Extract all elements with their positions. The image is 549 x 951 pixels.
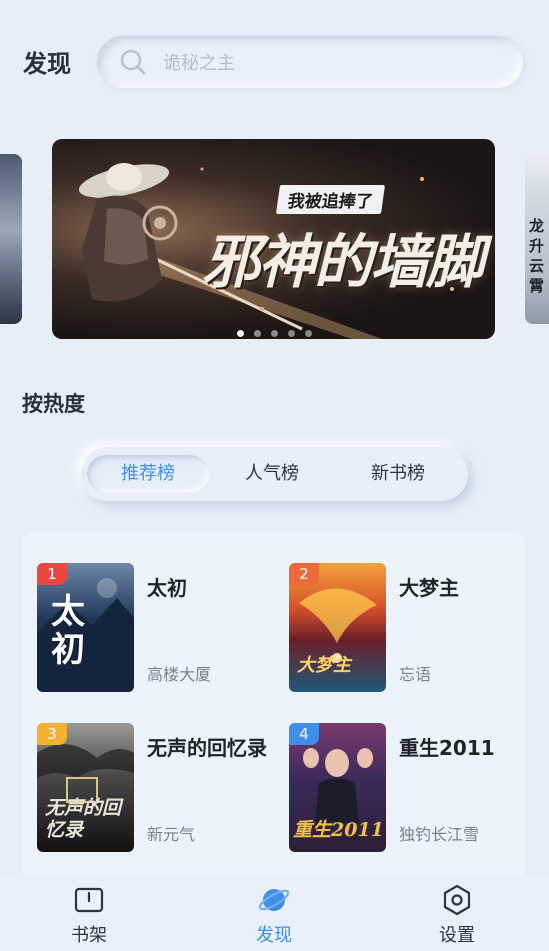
book-author: 新元气 (147, 825, 196, 844)
nav-label: 书架 (71, 925, 107, 946)
carousel-indicator (237, 322, 322, 339)
bottom-navigation: 书架 发现 设置 (0, 875, 549, 951)
book-author: 忘语 (399, 665, 432, 684)
search-input[interactable] (161, 46, 495, 80)
book-ranking-list: 太初 1 太初 高楼大厦 大梦主 2 大梦主 忘语 无声的回忆录 3 无声的回忆… (22, 532, 525, 892)
book-title: 无声的回忆录 (147, 736, 267, 760)
page-title: 发现 (23, 50, 71, 78)
book-icon (74, 887, 104, 913)
book-title: 大梦主 (399, 576, 459, 600)
nav-label: 设置 (439, 925, 475, 946)
book-cover[interactable]: 重生2011 4 (289, 723, 386, 852)
nav-settings[interactable]: 设置 (407, 883, 507, 947)
search-icon (120, 49, 146, 75)
nav-discover[interactable]: 发现 (224, 883, 324, 947)
banner-prev-card[interactable] (0, 154, 22, 324)
banner-next-title: 龙升云霄 (529, 217, 545, 295)
book-card[interactable]: 太初 1 太初 高楼大厦 (37, 563, 277, 693)
book-cover[interactable]: 无声的回忆录 3 (37, 723, 134, 852)
cover-title: 无声的回忆录 (45, 797, 122, 841)
rank-badge: 3 (37, 723, 67, 745)
rank-badge: 4 (289, 723, 319, 745)
banner-title: 邪神的墙脚 (202, 228, 484, 296)
hexagon-settings-icon (443, 884, 471, 916)
tab-new-books[interactable]: 新书榜 (337, 455, 459, 493)
tab-popular[interactable]: 人气榜 (211, 455, 333, 493)
book-title: 重生2011 (399, 736, 495, 760)
book-card[interactable]: 无声的回忆录 3 无声的回忆录 新元气 (37, 723, 277, 853)
banner-next-card[interactable]: 龙升云霄 (525, 154, 549, 324)
banner-carousel[interactable]: 我被追捧了 邪神的墙脚 龙升云霄 (0, 138, 549, 340)
nav-bookshelf[interactable]: 书架 (39, 883, 139, 947)
cover-title: 大梦主 (297, 655, 351, 676)
rank-badge: 1 (37, 563, 67, 585)
tab-recommended[interactable]: 推荐榜 (87, 455, 209, 493)
book-author: 高楼大厦 (147, 665, 212, 684)
carousel-dot (271, 330, 278, 337)
cover-title: 重生2011 (293, 819, 384, 841)
book-cover[interactable]: 太初 1 (37, 563, 134, 692)
rank-badge: 2 (289, 563, 319, 585)
book-title: 太初 (147, 576, 187, 600)
cover-title: 太初 (51, 592, 85, 670)
book-author: 独钓长江雪 (399, 825, 480, 844)
carousel-dot (305, 330, 312, 337)
banner-subtitle: 我被追捧了 (275, 185, 386, 214)
section-title: 按热度 (22, 392, 85, 416)
book-card[interactable]: 重生2011 4 重生2011 独钓长江雪 (289, 723, 529, 853)
book-cover[interactable]: 大梦主 2 (289, 563, 386, 692)
nav-label: 发现 (256, 925, 292, 946)
ranking-tabs: 推荐榜 人气榜 新书榜 (81, 447, 468, 501)
banner-main-card[interactable]: 我被追捧了 邪神的墙脚 (52, 139, 495, 339)
carousel-dot (288, 330, 295, 337)
carousel-dot (254, 330, 261, 337)
search-bar[interactable] (97, 36, 523, 88)
header: 发现 (0, 0, 549, 120)
planet-icon (258, 889, 290, 911)
book-card[interactable]: 大梦主 2 大梦主 忘语 (289, 563, 529, 693)
carousel-dot (237, 330, 244, 337)
